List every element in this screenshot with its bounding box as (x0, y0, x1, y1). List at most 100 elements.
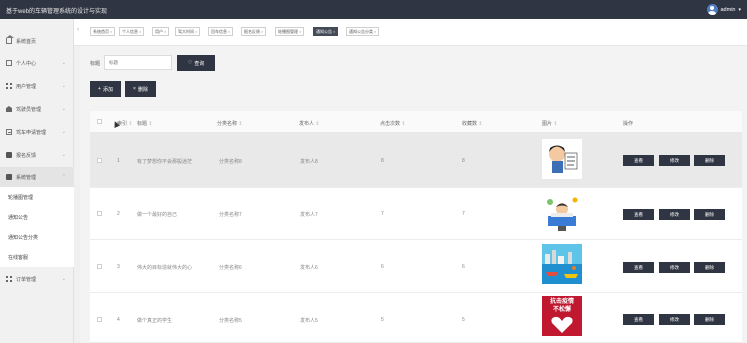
tab-users[interactable]: 用户 × (152, 27, 170, 36)
cell-clicks: 5 (381, 317, 384, 323)
table-header: 索引 ⇕ 标题 ⇕ 分类名称 ⇕ 发布人 ⇕ 点击次数 ⇕ 收藏数 ⇕ 图片 ⇕… (90, 111, 742, 133)
avatar-icon[interactable] (706, 4, 718, 15)
close-icon[interactable]: × (261, 29, 263, 34)
username[interactable]: admin (721, 7, 736, 13)
query-button[interactable]: ♡ 查询 (177, 55, 215, 71)
sidebar-item-feedback[interactable]: 报名反馈 ⌄ (0, 145, 74, 165)
row-checkbox[interactable] (97, 158, 102, 163)
sort-icon: ⇕ (478, 121, 483, 127)
app-title: 基于web的车辆管理系统的设计与实现 (6, 9, 108, 15)
header-clicks[interactable]: 点击次数 ⇕ (380, 120, 406, 127)
close-icon[interactable]: × (195, 29, 197, 34)
row-checkbox[interactable] (97, 264, 102, 269)
tab-label: 用户 (155, 28, 163, 34)
sidebar-sub-label: 通知公告分类 (8, 234, 39, 241)
tab-label: 轮播图管理 (278, 28, 298, 34)
search-input[interactable] (104, 55, 172, 70)
tab-label: 个人信息 (122, 28, 138, 34)
close-icon[interactable]: × (110, 29, 112, 34)
chevron-down-icon: ⌄ (61, 129, 66, 135)
select-all-checkbox[interactable] (97, 119, 102, 124)
delete-button[interactable]: 删除 (694, 155, 725, 166)
close-icon[interactable]: × (374, 29, 376, 34)
delete-button-label: 删除 (137, 86, 148, 93)
sidebar-item-label: 用户管理 (16, 83, 37, 90)
tab-carousel[interactable]: 轮播图管理 × (275, 27, 305, 36)
tab-driving-time[interactable]: 驾大时间 × (175, 27, 201, 36)
sidebar-item-drivers[interactable]: 驾驶员管理 ⌄ (0, 99, 74, 119)
chevron-down-icon[interactable]: ▾ (738, 7, 741, 13)
edit-button[interactable]: 修改 (659, 209, 690, 220)
chevron-down-icon: ⌄ (61, 276, 66, 282)
close-icon[interactable]: × (139, 29, 141, 34)
close-icon[interactable]: × (164, 29, 166, 34)
row-checkbox[interactable] (97, 211, 102, 216)
cell-publisher: 发布人7 (300, 212, 318, 218)
tab-notice-categories[interactable]: 通知公告分类 × (346, 27, 380, 36)
sidebar-item-system[interactable]: 系统管理 ⌃ (0, 167, 74, 187)
sidebar-sub-notice-categories[interactable]: 通知公告分类 (0, 227, 74, 247)
add-button[interactable]: + 添加 (90, 81, 121, 97)
tab-label: 系统首页 (93, 28, 109, 34)
tab-label: 通知公告分类 (349, 28, 373, 34)
cell-publisher: 发布人6 (300, 265, 318, 271)
chevron-left-icon[interactable]: ‹ (77, 27, 79, 33)
view-button[interactable]: 查看 (623, 209, 654, 220)
sidebar-item-home[interactable]: 系统首页 (0, 31, 74, 51)
delete-selected-button[interactable]: × 删除 (125, 81, 156, 97)
header-category[interactable]: 分类名称 ⇕ (217, 120, 243, 127)
table-row[interactable]: 4 做个真正的学生 分类名称5 发布人5 5 5 抗击疫情 不松懈 查看 修改 … (90, 293, 742, 343)
view-button[interactable]: 查看 (623, 314, 654, 325)
sidebar-item-profile[interactable]: 个人中心 ⌄ (0, 53, 74, 73)
view-button[interactable]: 查看 (623, 155, 654, 166)
edit-button[interactable]: 修改 (659, 314, 690, 325)
row-checkbox[interactable] (97, 317, 102, 322)
close-icon: × (133, 86, 136, 92)
tab-profile[interactable]: 个人信息 × (119, 27, 145, 36)
data-table: 索引 ⇕ 标题 ⇕ 分类名称 ⇕ 发布人 ⇕ 点击次数 ⇕ 收藏数 ⇕ 图片 ⇕… (90, 111, 742, 343)
tab-vehicle-info[interactable]: 回车信息 × (208, 27, 234, 36)
sidebar-item-label: 驾驶员管理 (16, 106, 42, 113)
thumb-epidemic-poster: 抗击疫情 不松懈 (542, 296, 582, 336)
sort-icon: ⇕ (553, 121, 558, 127)
sidebar-item-orders[interactable]: 订单管理 ⌄ (0, 269, 74, 289)
delete-button[interactable]: 删除 (694, 262, 725, 273)
edit-button[interactable]: 修改 (659, 262, 690, 273)
edit-button[interactable]: 修改 (659, 155, 690, 166)
sidebar-sub-online-service[interactable]: 在线客服 (0, 247, 74, 267)
header-publisher[interactable]: 发布人 ⇕ (299, 120, 320, 127)
sidebar-sub-notices[interactable]: 通知公告 (0, 207, 74, 227)
document-icon (6, 129, 12, 135)
poster-line-1: 抗击疫情 (549, 299, 574, 305)
cell-publisher: 发布人8 (300, 159, 318, 165)
delete-button[interactable]: 删除 (694, 314, 725, 325)
table-row[interactable]: 2 做一个最好的自己 分类名称7 发布人7 7 7 查看 修改 删除 (90, 188, 742, 240)
cell-index: 1 (117, 158, 120, 164)
tab-feedback[interactable]: 报名反馈 × (241, 27, 267, 36)
table-row[interactable]: 3 伟大的目标造就伟大的心 分类名称6 发布人6 6 6 查看 修改 删除 (90, 240, 742, 293)
header-favorites[interactable]: 收藏数 ⇕ (462, 120, 483, 127)
close-icon[interactable]: × (333, 29, 335, 34)
delete-button[interactable]: 删除 (694, 209, 725, 220)
sidebar-sub-carousel[interactable]: 轮播图管理 (0, 187, 74, 207)
user-menu[interactable]: admin ▾ (706, 3, 741, 16)
sidebar-item-label: 报名反馈 (16, 152, 37, 159)
sort-icon: ⇕ (315, 121, 320, 127)
tab-label: 回车信息 (211, 28, 227, 34)
tab-home[interactable]: 系统首页 × (90, 27, 116, 36)
sidebar-item-label: 驾车申请管理 (16, 129, 47, 136)
sidebar-item-applications[interactable]: 驾车申请管理 ⌄ (0, 122, 74, 142)
tab-label: 通知公告 (316, 28, 332, 34)
view-button[interactable]: 查看 (623, 262, 654, 273)
close-icon[interactable]: × (228, 29, 230, 34)
header-title[interactable]: 标题 ⇕ (137, 120, 153, 127)
tab-notices[interactable]: 通知公告 × (313, 27, 339, 36)
sidebar-item-users[interactable]: 用户管理 ⌄ (0, 76, 74, 96)
close-icon[interactable]: × (299, 29, 301, 34)
tab-label: 报名反馈 (244, 28, 260, 34)
cell-category: 分类名称8 (219, 159, 242, 165)
cell-clicks: 8 (381, 158, 384, 164)
table-row[interactable]: 1 有了梦想你不会那般迷茫 分类名称8 发布人8 8 8 查看 修改 删除 (90, 133, 742, 188)
cell-title: 有了梦想你不会那般迷茫 (137, 159, 193, 165)
header-image[interactable]: 图片 ⇕ (542, 120, 558, 127)
